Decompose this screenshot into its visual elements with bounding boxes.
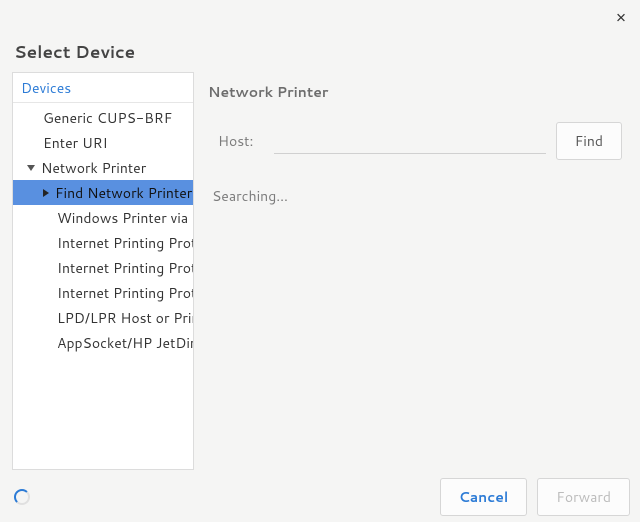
status-text: Searching... xyxy=(208,186,622,206)
footer-bar: Cancel Forward xyxy=(0,472,640,522)
device-tree: Generic CUPS-BRF Enter URI Network Printer… xyxy=(13,103,193,469)
device-tree-item[interactable]: Find Network Printer xyxy=(13,180,193,205)
device-tree-item[interactable]: AppSocket/HP JetDirect xyxy=(13,330,193,355)
device-tree-item-label: Internet Printing Protocol xyxy=(57,258,193,278)
cancel-button[interactable]: Cancel xyxy=(440,478,528,516)
page-title: Select Device xyxy=(14,40,135,64)
close-icon: × xyxy=(616,5,627,29)
device-tree-item[interactable]: Enter URI xyxy=(13,130,193,155)
device-sidebar: Devices Generic CUPS-BRF Enter URI Network… xyxy=(12,72,194,470)
device-tree-item-label: Network Printer xyxy=(41,158,146,178)
device-tree-item[interactable]: Internet Printing Protocol xyxy=(13,280,193,305)
host-row: Host: Find xyxy=(208,122,622,160)
device-tree-item[interactable]: LPD/LPR Host or Printer xyxy=(13,305,193,330)
device-tree-item-label: LPD/LPR Host or Printer xyxy=(57,308,193,328)
host-input[interactable] xyxy=(274,128,546,154)
device-tree-item[interactable]: Network Printer xyxy=(13,155,193,180)
main-panel: Network Printer Host: Find Searching... xyxy=(194,72,630,470)
device-tree-item[interactable]: Internet Printing Protocol xyxy=(13,230,193,255)
device-tree-item-label: Enter URI xyxy=(43,133,108,153)
device-tree-item-label: Generic CUPS-BRF xyxy=(43,108,172,128)
device-tree-item-label: AppSocket/HP JetDirect xyxy=(57,333,193,353)
close-button[interactable]: × xyxy=(610,6,632,28)
section-title: Network Printer xyxy=(208,82,622,102)
spinner-icon xyxy=(14,489,30,505)
device-tree-item[interactable]: Windows Printer via SAMBA xyxy=(13,205,193,230)
chevron-right-icon[interactable] xyxy=(43,189,49,197)
chevron-down-icon[interactable] xyxy=(27,165,35,171)
host-label: Host: xyxy=(208,131,264,151)
device-tree-item[interactable]: Internet Printing Protocol xyxy=(13,255,193,280)
device-tree-item-label: Internet Printing Protocol xyxy=(57,233,193,253)
device-tree-item-label: Find Network Printer xyxy=(55,183,192,203)
device-tree-item-label: Internet Printing Protocol xyxy=(57,283,193,303)
device-tree-item-label: Windows Printer via SAMBA xyxy=(57,208,193,228)
find-button[interactable]: Find xyxy=(556,122,622,160)
device-tree-item[interactable]: Generic CUPS-BRF xyxy=(13,105,193,130)
forward-button: Forward xyxy=(537,478,630,516)
content-area: Devices Generic CUPS-BRF Enter URI Network… xyxy=(12,72,630,470)
sidebar-header[interactable]: Devices xyxy=(13,73,193,103)
